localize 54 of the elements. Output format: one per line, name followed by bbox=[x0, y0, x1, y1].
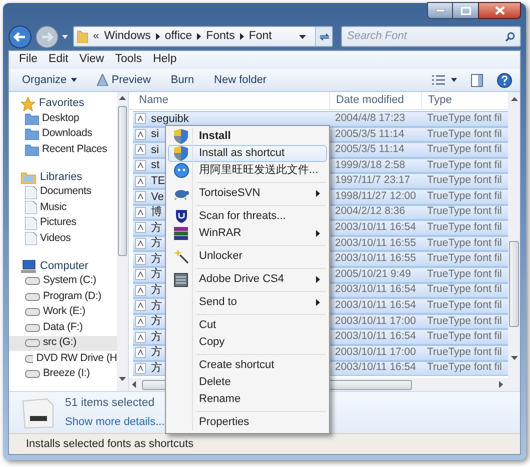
file-name: 方 bbox=[151, 298, 162, 314]
type-cell-text: TrueType font fil bbox=[426, 126, 503, 142]
file-name: 博 bbox=[151, 205, 162, 220]
selection-count: 51 items selected bbox=[65, 396, 156, 411]
file-name: 方 bbox=[151, 330, 162, 345]
file-name: 方 bbox=[151, 282, 162, 298]
date-cell-text: 2004/2/12 8:36 bbox=[334, 204, 406, 220]
file-name: seguibk bbox=[151, 112, 189, 127]
type-cell-text: TrueType font fil bbox=[426, 173, 503, 188]
file-name: si bbox=[151, 142, 159, 158]
type-cell-text: TrueType font fil bbox=[426, 282, 503, 298]
type-cell-text: TrueType font fil bbox=[426, 158, 503, 173]
type-cell-text: TrueType font fil bbox=[426, 142, 503, 158]
date-cell-text: 2005/10/21 9:49 bbox=[334, 266, 412, 282]
type-cell-text: TrueType font fil bbox=[426, 110, 503, 126]
type-cell-text: TrueType font fil bbox=[426, 204, 503, 220]
type-cell-text: TrueType font fil bbox=[426, 360, 503, 376]
date-cell-text: 2003/10/11 16:55 bbox=[334, 251, 417, 266]
date-cell-text: 1998/11/27 12:00 bbox=[334, 188, 417, 204]
date-cell-text: 2005/3/5 11:14 bbox=[334, 126, 406, 142]
file-name: 方 bbox=[151, 360, 162, 376]
type-cell-text: TrueType font fil bbox=[426, 220, 503, 236]
type-cell-text: TrueType font fil bbox=[426, 188, 503, 204]
date-cell-text: 2003/10/11 16:54 bbox=[334, 360, 417, 376]
date-cell-text: 2004/4/8 17:23 bbox=[334, 110, 406, 126]
date-cell-text: 1999/3/18 2:58 bbox=[334, 158, 406, 173]
file-name: 方 bbox=[151, 266, 162, 282]
file-name: 方 bbox=[151, 344, 162, 360]
type-cell-text: TrueType font fil bbox=[426, 266, 503, 282]
type-cell-text: TrueType font fil bbox=[426, 344, 503, 360]
file-name: 方 bbox=[151, 220, 162, 236]
date-cell-text: 2003/10/11 16:54 bbox=[334, 298, 417, 314]
date-cell-text: 1997/11/7 23:17 bbox=[334, 173, 412, 188]
type-cell-text: TrueType font fil bbox=[426, 236, 503, 251]
file-name: 方 bbox=[151, 314, 162, 330]
date-cell-text: 2003/10/11 16:55 bbox=[334, 236, 417, 251]
file-name: TE bbox=[151, 174, 166, 189]
date-cell-text: 2005/3/5 11:14 bbox=[334, 142, 406, 158]
search-placeholder: Search Font bbox=[347, 29, 408, 44]
type-cell-text: TrueType font fil bbox=[426, 314, 503, 329]
type-cell-text: TrueType font fil bbox=[426, 251, 503, 266]
date-cell-text: 2003/10/11 17:00 bbox=[334, 344, 417, 360]
file-name: Ve bbox=[151, 190, 164, 205]
date-cell-text: 2003/10/11 16:54 bbox=[334, 329, 417, 344]
status-text: Installs selected fonts as shortcuts bbox=[26, 436, 194, 452]
file-name: si bbox=[151, 127, 159, 142]
file-name: 方 bbox=[151, 236, 162, 252]
date-cell-text: 2003/10/11 16:54 bbox=[334, 282, 417, 298]
file-name: st bbox=[151, 158, 160, 174]
date-cell-text: 2003/10/11 16:54 bbox=[334, 220, 417, 236]
type-cell-text: TrueType font fil bbox=[426, 298, 503, 314]
type-cell-text: TrueType font fil bbox=[426, 329, 503, 344]
file-name: 方 bbox=[151, 252, 162, 267]
date-cell-text: 2003/10/11 17:00 bbox=[334, 314, 417, 329]
